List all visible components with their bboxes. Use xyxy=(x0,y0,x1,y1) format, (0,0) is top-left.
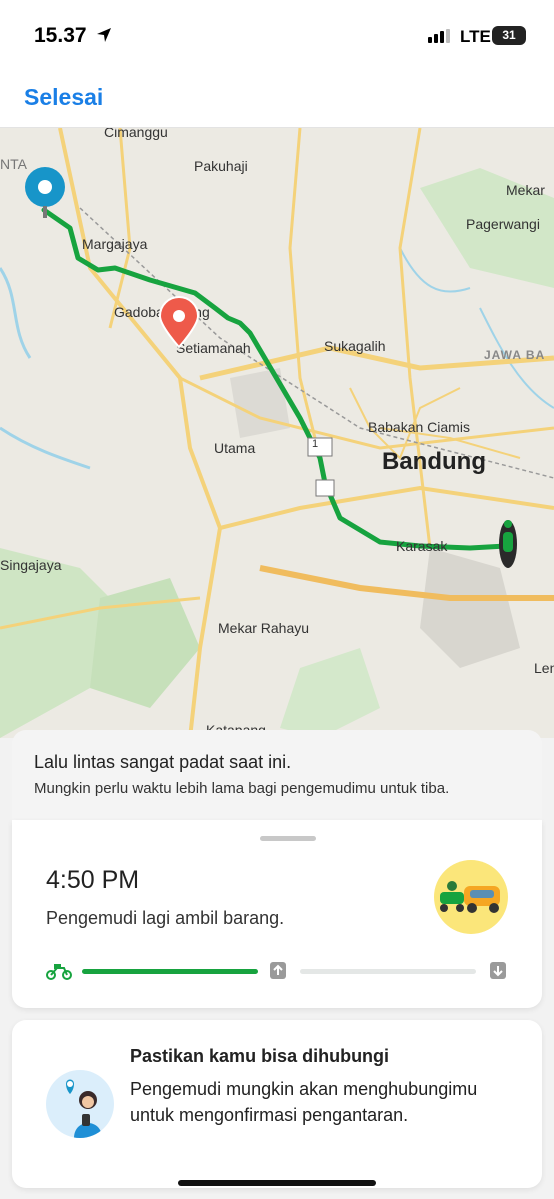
traffic-notice: Lalu lintas sangat padat saat ini. Mungk… xyxy=(12,730,542,820)
traffic-notice-title: Lalu lintas sangat padat saat ini. xyxy=(34,752,292,772)
map-label-nta: NTA xyxy=(0,156,27,172)
map-label-pakuhaji: Pakuhaji xyxy=(194,158,248,174)
drag-handle[interactable] xyxy=(260,836,316,841)
contact-reminder-card: Pastikan kamu bisa dihubungi Pengemudi m… xyxy=(12,1020,542,1188)
pickup-pin-icon[interactable] xyxy=(24,166,66,220)
driver-motorbike-icon[interactable] xyxy=(496,514,520,574)
driver-illustration-icon xyxy=(434,860,508,934)
route-line xyxy=(41,207,509,551)
network-type: LTE xyxy=(460,27,491,46)
map-label-cimanggu: Cimanggu xyxy=(104,128,168,140)
progress-stage-pickup xyxy=(82,969,258,974)
contact-card-title: Pastikan kamu bisa dihubungi xyxy=(130,1046,390,1066)
delivery-status-text: Pengemudi lagi ambil barang. xyxy=(46,908,285,928)
map-label-len: Len xyxy=(534,660,554,676)
road-shield-label: 1 xyxy=(312,438,319,450)
map-label-sukagalih: Sukagalih xyxy=(324,338,386,354)
battery-icon: 31 xyxy=(492,26,526,45)
home-indicator[interactable] xyxy=(178,1180,376,1186)
navigation-bar: Selesai xyxy=(0,70,554,128)
map-label-mekar-rahayu: Mekar Rahayu xyxy=(218,620,310,636)
delivery-status-card[interactable]: 4:50 PM Pengemudi lagi ambil barang. xyxy=(12,820,542,1008)
map-label-province: JAWA BA xyxy=(484,348,546,362)
motorbike-icon xyxy=(46,964,72,980)
map-label-pagerwangi: Pagerwangi xyxy=(466,216,540,232)
progress-stage-delivery xyxy=(300,969,476,974)
signal-icon xyxy=(428,29,450,43)
package-up-icon xyxy=(270,962,286,979)
status-bar: 15.37 LTE 31 xyxy=(0,0,554,70)
package-down-icon xyxy=(490,962,506,979)
contact-card-body: Pengemudi mungkin akan menghubungimu unt… xyxy=(130,1079,478,1125)
map-label-margajaya: Margajaya xyxy=(82,236,148,252)
status-time: 15.37 xyxy=(34,24,87,47)
destination-pin-icon[interactable] xyxy=(158,296,200,348)
map-label-utama: Utama xyxy=(214,440,256,456)
phone-person-illustration-icon xyxy=(46,1070,114,1138)
map-label-babakan-ciamis: Babakan Ciamis xyxy=(368,419,470,435)
map-label-mekar: Mekar xyxy=(506,182,545,198)
done-button[interactable]: Selesai xyxy=(24,84,103,111)
map-label-bandung: Bandung xyxy=(382,448,486,475)
traffic-notice-subtitle: Mungkin perlu waktu lebih lama bagi peng… xyxy=(34,780,450,797)
eta-time: 4:50 PM xyxy=(46,866,140,894)
location-arrow-icon xyxy=(97,28,111,42)
map-view[interactable]: Cimanggu Pakuhaji NTA Mekar Pagerwangi M… xyxy=(0,128,554,738)
delivery-progress xyxy=(46,960,516,982)
road-shield-2 xyxy=(315,479,335,497)
map-label-karasak: Karasak xyxy=(396,538,448,554)
map-label-singajaya: Singajaya xyxy=(0,557,62,573)
